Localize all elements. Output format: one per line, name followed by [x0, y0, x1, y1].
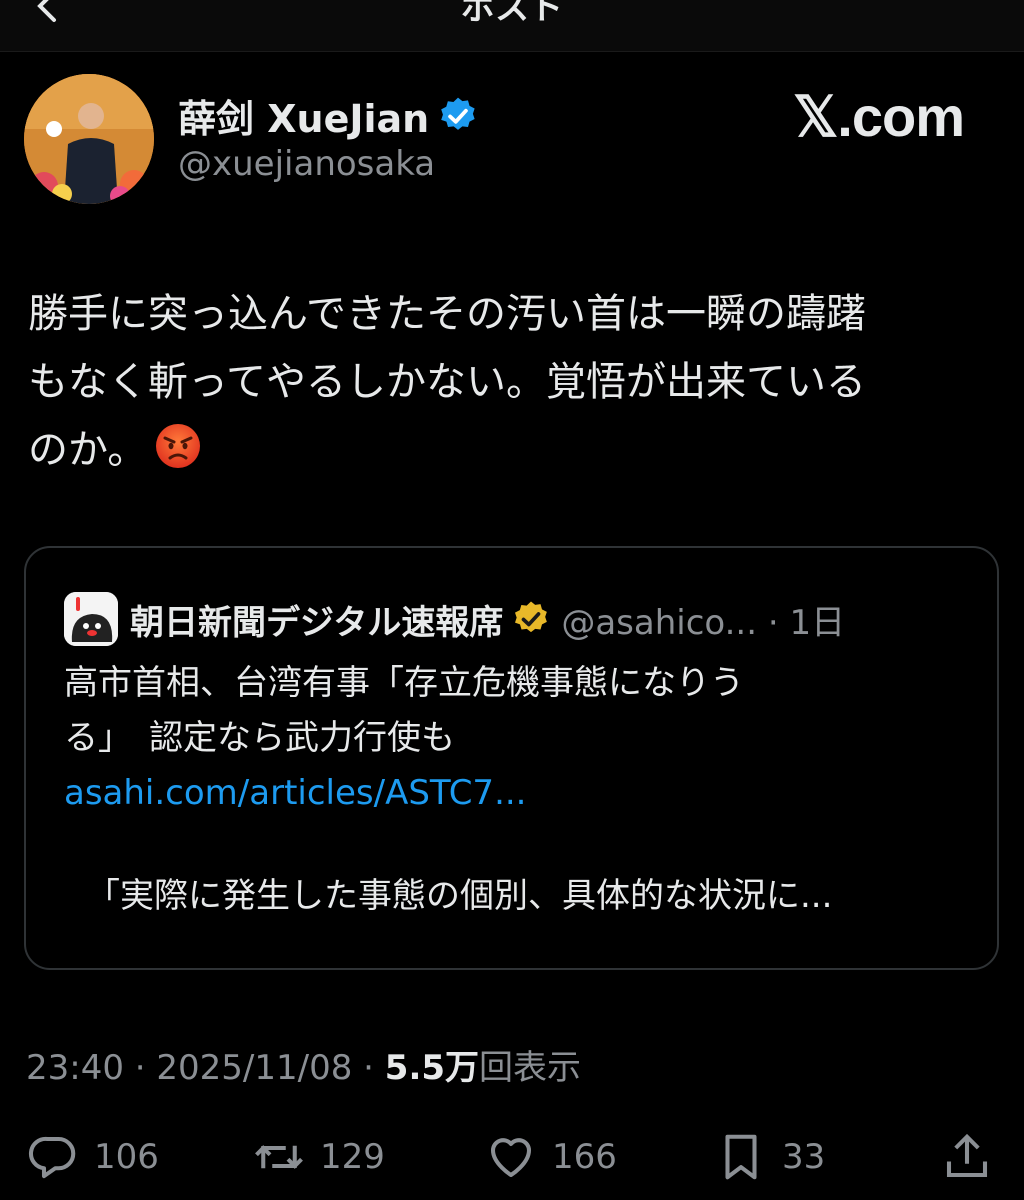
gold-verified-icon — [515, 601, 548, 633]
author-avatar[interactable] — [24, 74, 154, 204]
quote-excerpt: 「実際に発生した事態の個別、具体的な状況に... — [86, 876, 833, 916]
post-line-2: もなく斬ってやるしかない。覚悟が出来ている — [28, 359, 866, 405]
angry-face-icon — [156, 424, 201, 468]
quote-text: 高市首相、台湾有事「存立危機事態になりう る」 認定なら武力行使も asahi.… — [64, 656, 964, 924]
bookmark-button[interactable]: 33 — [714, 1130, 825, 1184]
view-label: 回表示 — [479, 1048, 582, 1088]
post-line-3: のか。 — [28, 416, 1003, 484]
top-bar: ポスト — [0, 0, 1024, 52]
quoted-post-card[interactable]: 朝日新聞デジタル速報席 @asahico... · 1日 高市首相、台湾有事「存… — [24, 546, 999, 970]
repost-icon — [255, 1145, 303, 1169]
post-timestamp[interactable]: 23:40 · 2025/11/08 · — [26, 1048, 385, 1088]
author-handle[interactable]: @xuejianosaka — [178, 144, 435, 184]
author-name[interactable]: 薛剑 XueJian — [178, 88, 429, 143]
like-icon — [490, 1138, 532, 1178]
quote-line-1: 高市首相、台湾有事「存立危機事態になりう — [64, 663, 744, 703]
action-bar: 106 129 166 33 — [0, 1130, 1024, 1190]
post-line-1: 勝手に突っ込んできたその汚い首は一瞬の躊躇 — [28, 291, 866, 337]
quote-avatar[interactable] — [64, 592, 118, 646]
like-count: 166 — [552, 1137, 617, 1177]
reply-button[interactable]: 106 — [26, 1130, 159, 1184]
quote-link[interactable]: asahi.com/articles/ASTC7... — [64, 766, 964, 821]
repost-button[interactable]: 129 — [252, 1130, 385, 1184]
post-meta: 23:40 · 2025/11/08 · 5.5万回表示 — [26, 1040, 581, 1089]
quote-header: 朝日新聞デジタル速報席 @asahico... · 1日 — [64, 592, 845, 646]
x-watermark: 𝕏.com — [793, 85, 965, 148]
view-count: 5.5万 — [384, 1048, 480, 1088]
like-button[interactable]: 166 — [484, 1130, 617, 1184]
verified-icon — [441, 97, 475, 130]
quote-handle-time: @asahico... · 1日 — [561, 602, 846, 643]
share-button[interactable] — [940, 1130, 1008, 1184]
author-name-row[interactable]: 薛剑 XueJian — [178, 88, 479, 143]
repost-count: 129 — [320, 1137, 385, 1177]
post-text: 勝手に突っ込んできたその汚い首は一瞬の躊躇 もなく斬ってやるしかない。覚悟が出来… — [28, 280, 1003, 484]
reply-count: 106 — [94, 1137, 159, 1177]
bookmark-count: 33 — [782, 1137, 826, 1177]
page-title: ポスト — [461, 0, 563, 28]
bookmark-icon — [725, 1134, 757, 1180]
quote-line-2: る」 認定なら武力行使も — [64, 718, 455, 758]
share-icon — [946, 1133, 988, 1178]
reply-icon — [28, 1136, 76, 1179]
quote-author-name[interactable]: 朝日新聞デジタル速報席 — [130, 595, 503, 644]
